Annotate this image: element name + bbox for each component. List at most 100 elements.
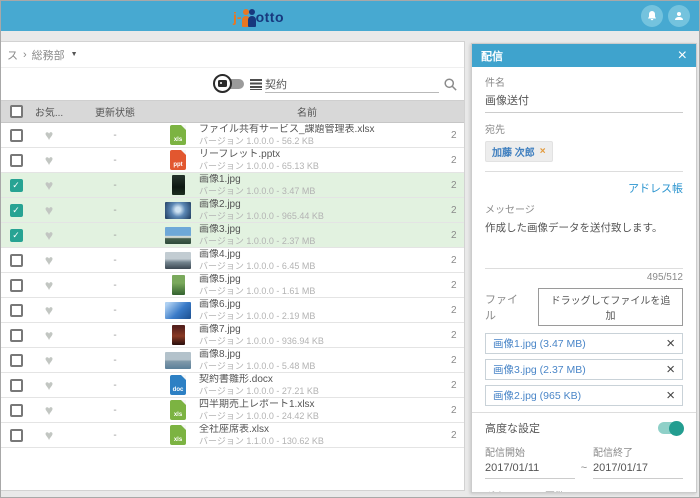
logo-suffix: otto [256,7,284,27]
file-version-size: バージョン 1.0.0.0 - 6.45 MB [199,261,315,271]
search-toolbar [1,67,464,101]
message-label: メッセージ [485,201,683,216]
search-icon[interactable] [443,77,458,97]
breadcrumb-current[interactable]: 総務部 [32,47,65,63]
favorite-heart-icon[interactable]: ♥ [45,303,53,317]
row-checkbox[interactable] [10,129,23,142]
file-name: 画像8.jpg [199,349,315,361]
row-update-status: - [67,180,163,191]
row-checkbox[interactable] [10,329,23,342]
file-name: リーフレット.pptx [199,149,319,161]
file-version-size: バージョン 1.0.0.0 - 56.2 KB [199,136,375,146]
table-row[interactable]: ♥ - 画像4.jpg バージョン 1.0.0.0 - 6.45 MB 2 [1,248,464,273]
favorite-heart-icon[interactable]: ♥ [45,128,53,142]
file-version-size: バージョン 1.0.0.0 - 27.21 KB [199,386,319,396]
row-checkbox[interactable] [10,404,23,417]
attachment-item: 画像1.jpg (3.47 MB) × [485,333,683,354]
row-checkbox[interactable] [10,254,23,267]
account-button[interactable] [668,5,690,27]
row-checkbox[interactable] [10,229,23,242]
favorite-heart-icon[interactable]: ♥ [45,253,53,267]
table-row[interactable]: ♥ - doc 契約書雛形.docx バージョン 1.0.0.0 - 27.21… [1,373,464,398]
remove-attachment-icon[interactable]: × [666,336,675,351]
favorite-heart-icon[interactable]: ♥ [45,203,53,217]
table-row[interactable]: ♥ - 画像8.jpg バージョン 1.0.0.0 - 5.48 MB 2 [1,348,464,373]
file-type-icon: xls [163,400,193,420]
favorite-heart-icon[interactable]: ♥ [45,278,53,292]
address-book-link[interactable]: アドレス帳 [485,180,683,196]
favorite-heart-icon[interactable]: ♥ [45,178,53,192]
table-row[interactable]: ♥ - 画像1.jpg バージョン 1.0.0.0 - 3.47 MB 2 [1,173,464,198]
favorite-heart-icon[interactable]: ♥ [45,378,53,392]
row-checkbox[interactable] [10,279,23,292]
favorite-heart-icon[interactable]: ♥ [45,403,53,417]
table-row[interactable]: ♥ - 画像6.jpg バージョン 1.0.0.0 - 2.19 MB 2 [1,298,464,323]
table-row[interactable]: ♥ - xls 全社座席表.xlsx バージョン 1.1.0.0 - 130.6… [1,423,464,448]
table-row[interactable]: ♥ - 画像3.jpg バージョン 1.0.0.0 - 2.37 MB 2 [1,223,464,248]
favorite-heart-icon[interactable]: ♥ [45,428,53,442]
message-textarea[interactable]: 作成した画像データを送付致します。 [485,220,683,266]
advanced-settings-toggle[interactable] [658,422,683,434]
table-row[interactable]: ♥ - xls ファイル共有サービス_課題管理表.xlsx バージョン 1.0.… [1,123,464,148]
remove-recipient-icon[interactable]: × [540,146,546,157]
table-row[interactable]: ♥ - 画像2.jpg バージョン 1.0.0.0 - 965.44 KB 2 [1,198,464,223]
row-date-clipped: 2 [451,380,464,391]
panel-header: 配信 × [472,44,696,67]
file-version-size: バージョン 1.0.0.0 - 936.94 KB [199,336,324,346]
file-table-body: ♥ - xls ファイル共有サービス_課題管理表.xlsx バージョン 1.0.… [1,123,464,448]
attachment-item: 画像2.jpg (965 KB) × [485,385,683,406]
row-checkbox[interactable] [10,429,23,442]
file-version-size: バージョン 1.0.0.0 - 5.48 MB [199,361,315,371]
row-checkbox[interactable] [10,379,23,392]
row-checkbox[interactable] [10,204,23,217]
file-name: 全社座席表.xlsx [199,424,324,436]
remove-attachment-icon[interactable]: × [666,362,675,377]
char-counter: 495/512 [485,272,683,283]
close-icon[interactable]: × [678,48,687,64]
date-range-tilde: ~ [575,462,593,479]
column-header-favorite[interactable]: お気... [31,104,67,119]
breadcrumb-root[interactable]: ス [7,47,18,63]
file-version-size: バージョン 1.0.0.0 - 65.13 KB [199,161,319,171]
favorite-heart-icon[interactable]: ♥ [45,153,53,167]
notifications-button[interactable] [641,5,663,27]
favorite-heart-icon[interactable]: ♥ [45,228,53,242]
logo-prefix: j- [233,7,242,27]
breadcrumb-separator-icon: › [23,49,27,61]
row-date-clipped: 2 [451,180,464,191]
start-date-label: 配信開始 [485,444,575,459]
view-mode-toggle[interactable] [213,78,245,90]
favorite-heart-icon[interactable]: ♥ [45,328,53,342]
file-name: 画像3.jpg [199,224,315,236]
subject-input[interactable]: 画像送付 [485,89,683,113]
table-row[interactable]: ♥ - 画像5.jpg バージョン 1.0.0.0 - 1.61 MB 2 [1,273,464,298]
select-all-checkbox[interactable] [10,105,23,118]
file-version-size: バージョン 1.0.0.0 - 965.44 KB [199,211,324,221]
row-checkbox[interactable] [10,179,23,192]
end-date-label: 配信終了 [593,444,683,459]
file-version-size: バージョン 1.0.0.0 - 2.37 MB [199,236,315,246]
table-row[interactable]: ♥ - ppt リーフレット.pptx バージョン 1.0.0.0 - 65.1… [1,148,464,173]
search-input[interactable] [265,76,439,93]
column-header-status[interactable]: 更新状態 [67,104,163,119]
end-date-input[interactable]: 2017/01/17 [593,459,683,479]
row-checkbox[interactable] [10,304,23,317]
row-date-clipped: 2 [451,355,464,366]
remove-attachment-icon[interactable]: × [666,388,675,403]
row-date-clipped: 2 [451,430,464,441]
start-date-input[interactable]: 2017/01/11 [485,459,575,479]
list-view-icon[interactable] [250,79,262,90]
row-checkbox[interactable] [10,354,23,367]
file-type-icon [163,352,193,369]
favorite-heart-icon[interactable]: ♥ [45,353,53,367]
column-header-name[interactable]: 名前 [163,104,451,119]
file-name: 画像5.jpg [199,274,315,286]
chevron-down-icon[interactable]: ▼ [71,51,78,58]
add-file-drag-button[interactable]: ドラッグしてファイルを追加 [538,288,683,326]
table-row[interactable]: ♥ - 画像7.jpg バージョン 1.0.0.0 - 936.94 KB 2 [1,323,464,348]
file-name: ファイル共有サービス_課題管理表.xlsx [199,124,375,136]
row-update-status: - [67,255,163,266]
row-date-clipped: 2 [451,330,464,341]
table-row[interactable]: ♥ - xls 四半期売上レポート1.xlsx バージョン 1.0.0.0 - … [1,398,464,423]
row-checkbox[interactable] [10,154,23,167]
